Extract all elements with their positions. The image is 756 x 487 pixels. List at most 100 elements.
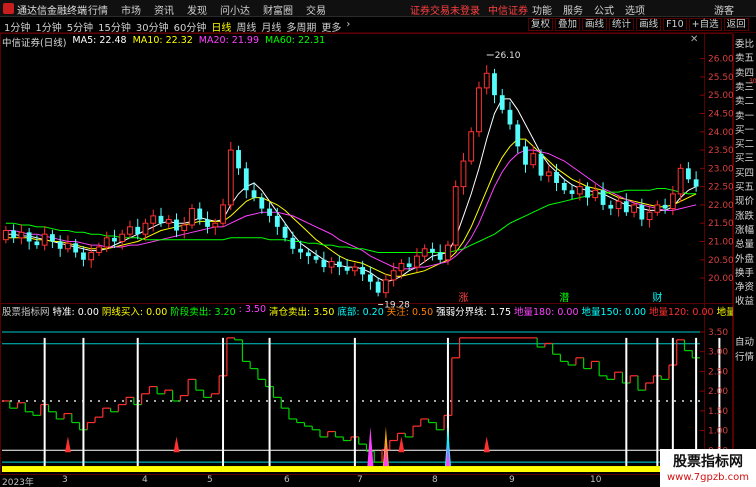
date-tick-label: 6 [284, 475, 290, 485]
candle [65, 235, 71, 253]
quote-label: 卖四 [735, 67, 755, 79]
candle-body [34, 241, 40, 246]
price-tick-label: 25.00 [708, 91, 733, 101]
candle-body [390, 270, 397, 281]
candle-body [483, 72, 490, 89]
candle-body [639, 204, 645, 220]
indicator-plot: 涨潜财 [0, 291, 733, 475]
candle [313, 249, 319, 264]
site-watermark: 股票指标网 www.7gpzb.com [660, 449, 756, 487]
candle-body [328, 261, 335, 268]
safety-band [2, 466, 700, 472]
indicator-tick-label: 1.50 [708, 407, 728, 417]
buy-arrow-icon [398, 436, 405, 453]
candle-body [251, 190, 257, 198]
kline-chart[interactable]: 26.00 25.50 25.00 24.50 24.00 23.50 23.00 22.50… [0, 0, 733, 487]
candle-body [174, 219, 179, 231]
candle-body [685, 168, 691, 180]
candle [26, 227, 32, 250]
candle [600, 182, 606, 211]
quote-label: 总量 [735, 239, 755, 251]
stock-title[interactable]: 中信证券(日线) [2, 35, 66, 49]
candle-body [127, 226, 133, 235]
indicator-legend-item: 强弱分界线: 1.75 [436, 307, 512, 318]
candle [18, 224, 25, 245]
quote-label: 买三 [735, 153, 755, 165]
candle [298, 240, 303, 260]
candle [57, 235, 63, 257]
candle-body [445, 244, 451, 261]
indicator-legend-item: : 3.50 [238, 304, 267, 315]
indicator-legend-item: 地量180: 0.00 [514, 307, 579, 318]
candle-body [592, 189, 599, 199]
candle-body [290, 237, 296, 249]
candle-body [11, 230, 17, 238]
candle [174, 213, 179, 238]
indicator-tick-label: 1.00 [708, 427, 728, 437]
candle [623, 193, 629, 216]
candle-body [2, 230, 9, 241]
price-tick-label: 24.50 [708, 109, 733, 119]
candle [654, 200, 661, 216]
candle [569, 184, 575, 200]
price-tick-label: 26.00 [708, 55, 733, 65]
quote-label: 买五 [735, 182, 755, 193]
price-tick-label: 24.00 [708, 128, 733, 138]
candle [523, 140, 528, 173]
candle-body [375, 281, 381, 293]
quote-label: 买二 [735, 139, 755, 151]
price-pane-frame [0, 33, 733, 304]
indicator-legend-item: 底部: 0.20 [337, 307, 384, 318]
candle [530, 145, 537, 169]
ma-line-ma20 [5, 149, 697, 270]
candle [236, 145, 241, 175]
candle [112, 229, 117, 249]
candle-body [561, 182, 567, 191]
candle-body [267, 208, 272, 216]
date-tick-label: 2023年 [2, 478, 34, 487]
candle-body [460, 160, 467, 188]
candle-body [227, 149, 234, 206]
candle-body [321, 259, 327, 268]
candle-body [382, 279, 389, 294]
candle-body [414, 255, 420, 268]
candle [205, 211, 210, 234]
signal-mark: 涨 [458, 292, 468, 304]
candle [538, 149, 544, 181]
candle-body [360, 267, 366, 275]
candle [483, 65, 490, 95]
candle-body [406, 263, 412, 268]
candle [227, 142, 234, 211]
quote-label: 外盘 [735, 253, 755, 265]
candle-body [205, 219, 210, 227]
candle-body [243, 168, 249, 191]
quote-label: 买一 [735, 124, 755, 136]
candle-body [135, 226, 141, 235]
candle-body [507, 109, 513, 125]
indicator-legend-item: 关注: 0.50 [386, 307, 434, 318]
candle-body [654, 204, 661, 213]
indicator-legend-item: 阶段卖出: 3.20 [170, 307, 236, 318]
candle-body [50, 234, 55, 242]
indicator-tick-label: 3.00 [708, 348, 728, 358]
candle [515, 120, 521, 153]
candle [646, 204, 653, 228]
candle [2, 226, 9, 244]
watermark-url: www.7gpzb.com [667, 472, 749, 483]
candle-body [600, 190, 606, 205]
ma20-label: MA20: 21.99 [198, 35, 259, 46]
quote-label: 净资 [735, 282, 755, 294]
date-tick-label: 9 [509, 475, 515, 485]
close-icon[interactable]: ✕ [690, 34, 698, 45]
candle [492, 68, 497, 104]
quote-label: 换手 [735, 267, 755, 279]
quote-label: 卖一 [735, 110, 755, 122]
buy-arrow-icon [64, 436, 71, 453]
candle-body [298, 248, 303, 253]
auto-quote-button[interactable]: 自动 [735, 334, 754, 348]
candle-body [112, 237, 117, 242]
buy-arrow-icon [173, 436, 180, 453]
quote-label: 卖二 [735, 96, 755, 108]
quote-mode-button[interactable]: 行情 [735, 349, 754, 363]
candle [328, 257, 335, 274]
